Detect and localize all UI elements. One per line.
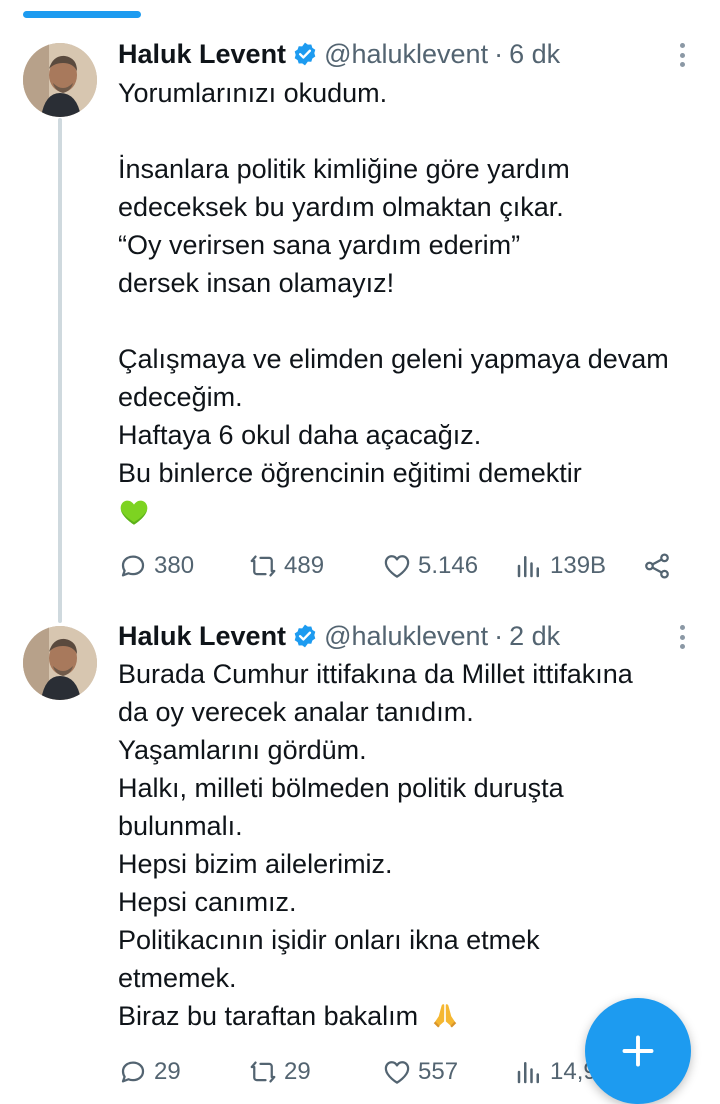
views-chart-icon (517, 556, 539, 578)
view-count: 139B (550, 552, 607, 579)
reply-icon (121, 555, 145, 577)
views-button[interactable]: 14,9 (514, 1052, 597, 1092)
tweet-line: edeceğim. (118, 382, 243, 412)
reply-button[interactable]: 380 (118, 546, 194, 586)
author-name[interactable]: Haluk Levent (118, 621, 286, 652)
like-button[interactable]: 557 (382, 1052, 458, 1092)
more-options-icon[interactable] (672, 622, 692, 652)
tweet-line: edeceksek bu yardım olmaktan çıkar. (118, 192, 564, 222)
tweet-timestamp[interactable]: 6 dk (509, 39, 560, 70)
tweet-line: Halkı, milleti bölmeden politik duruşta (118, 773, 564, 803)
tweet-line: etmemek. (118, 963, 237, 993)
tweet-line: da oy verecek analar tanıdım. (118, 697, 474, 727)
avatar[interactable] (23, 626, 97, 700)
avatar[interactable] (23, 43, 97, 117)
retweet-count: 489 (284, 552, 325, 579)
reply-button[interactable]: 29 (118, 1052, 181, 1092)
tweet-timestamp[interactable]: 2 dk (509, 621, 560, 652)
like-count: 557 (418, 1058, 459, 1085)
verified-badge-icon (294, 42, 316, 66)
separator-dot: · (494, 620, 504, 651)
like-heart-icon (384, 1061, 410, 1084)
tweet-line: Haftaya 6 okul daha açacağız. (118, 420, 482, 450)
reply-count: 29 (154, 1058, 181, 1085)
tweet-line: İnsanlara politik kimliğine göre yardım (118, 154, 570, 184)
tweet-line: Yorumlarınızı okudum. (118, 78, 388, 108)
tweet-line: dersek insan olamayız! (118, 268, 395, 298)
top-accent-bar (23, 11, 141, 18)
separator-dot: · (494, 38, 504, 69)
like-count: 5.146 (418, 552, 479, 579)
tweet-line: bulunmalı. (118, 811, 243, 841)
retweet-count: 29 (284, 1058, 311, 1085)
author-handle[interactable]: @haluklevent (324, 621, 488, 652)
tweet-header: Haluk Levent @haluklevent · 6 dk (118, 36, 560, 72)
tweet-text: Burada Cumhur ittifakına da Millet ittif… (118, 655, 708, 1035)
views-button[interactable]: 139B (514, 546, 606, 586)
like-heart-icon (384, 555, 410, 578)
tweet-line: Hepsi canımız. (118, 887, 297, 917)
tweet-line: Çalışmaya ve elimden geleni yapmaya deva… (118, 344, 669, 374)
reply-icon (121, 1061, 145, 1083)
tweet-line: Bu binlerce öğrencinin eğitimi demektir (118, 458, 582, 488)
retweet-button[interactable]: 29 (248, 1052, 311, 1092)
tweet-line: Burada Cumhur ittifakına da Millet ittif… (118, 659, 633, 689)
like-button[interactable]: 5.146 (382, 546, 478, 586)
views-chart-icon (517, 1062, 539, 1084)
plus-icon (622, 1035, 654, 1067)
tweet-line: Yaşamlarını gördüm. (118, 735, 367, 765)
tweet-line: Biraz bu taraftan bakalım (118, 1001, 419, 1031)
author-handle[interactable]: @haluklevent (324, 39, 488, 70)
retweet-icon (250, 1061, 276, 1083)
author-name[interactable]: Haluk Levent (118, 39, 286, 70)
green-heart-emoji-icon (118, 492, 708, 530)
share-icon (645, 553, 669, 579)
tweet-line: Politikacının işidir onları ikna etmek (118, 925, 540, 955)
tweet-actions: 380 489 5.146 139B (118, 546, 688, 586)
retweet-icon (250, 555, 276, 577)
tweet-text: Yorumlarınızı okudum. İnsanlara politik … (118, 74, 708, 530)
verified-badge-icon (294, 624, 316, 648)
retweet-button[interactable]: 489 (248, 546, 324, 586)
compose-tweet-button[interactable] (585, 998, 691, 1104)
tweet-line: Hepsi bizim ailelerimiz. (118, 849, 393, 879)
folded-hands-emoji-icon (433, 1004, 456, 1028)
share-button[interactable] (642, 546, 678, 586)
thread-connector-line (58, 118, 62, 623)
tweet-line: “Oy verirsen sana yardım ederim” (118, 230, 521, 260)
reply-count: 380 (154, 552, 195, 579)
more-options-icon[interactable] (672, 40, 692, 70)
tweet-header: Haluk Levent @haluklevent · 2 dk (118, 618, 560, 654)
